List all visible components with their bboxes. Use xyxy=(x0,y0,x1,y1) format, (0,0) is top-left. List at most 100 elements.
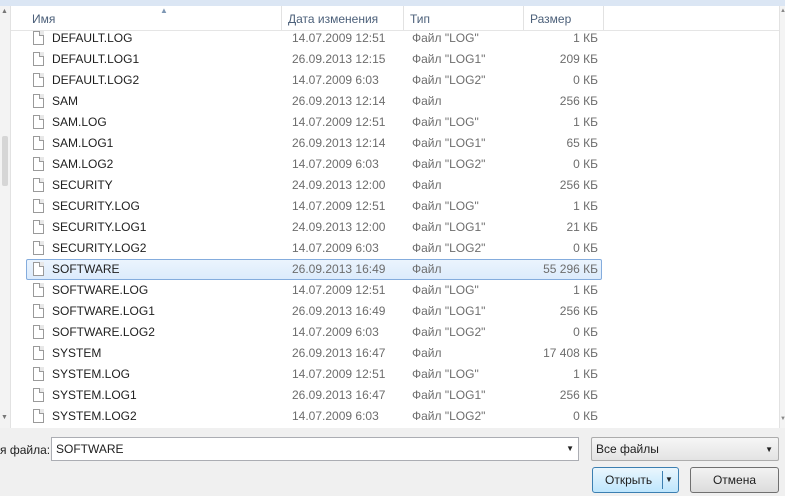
scroll-down-icon[interactable]: ▼ xyxy=(780,416,785,422)
file-date: 14.07.2009 6:03 xyxy=(292,325,379,339)
file-size: 256 КБ xyxy=(559,94,598,108)
file-row[interactable]: SOFTWARE.LOG1 26.09.2013 16:49 Файл "LOG1"… xyxy=(26,301,602,322)
file-name: SECURITY xyxy=(52,178,113,192)
file-icon xyxy=(33,325,44,339)
file-row[interactable]: DEFAULT.LOG 14.07.2009 12:51 Файл "LOG" 1 К… xyxy=(26,28,602,49)
file-type: Файл "LOG" xyxy=(412,367,479,381)
file-type: Файл "LOG2" xyxy=(412,73,486,87)
file-icon xyxy=(33,241,44,255)
file-name: SYSTEM xyxy=(52,346,102,360)
file-date: 26.09.2013 12:14 xyxy=(292,94,386,108)
file-type: Файл "LOG" xyxy=(412,283,479,297)
file-row[interactable]: SECURITY.LOG2 14.07.2009 6:03 Файл "LOG2" 0… xyxy=(26,238,602,259)
file-name: SAM.LOG2 xyxy=(52,157,114,171)
file-size: 256 КБ xyxy=(559,388,598,402)
file-size: 0 КБ xyxy=(573,73,598,87)
column-header-date[interactable]: Дата изменения xyxy=(282,6,404,30)
file-type: Файл "LOG1" xyxy=(412,388,486,402)
column-header-size-label: Размер xyxy=(530,12,572,26)
filename-combobox[interactable]: ▼ xyxy=(51,437,579,461)
file-icon xyxy=(33,52,44,66)
scroll-down-icon[interactable]: ▼ xyxy=(1,414,8,421)
file-row[interactable]: SOFTWARE.LOG2 14.07.2009 6:03 Файл "LOG2" 0… xyxy=(26,322,602,343)
file-type: Файл "LOG1" xyxy=(412,136,486,150)
file-icon xyxy=(33,262,44,276)
scrollbar-thumb[interactable] xyxy=(2,136,8,186)
chevron-down-icon[interactable]: ▼ xyxy=(566,444,574,453)
file-size: 0 КБ xyxy=(573,409,598,423)
file-row[interactable]: SYSTEM.LOG2 14.07.2009 6:03 Файл "LOG2" 0 К… xyxy=(26,406,602,427)
file-icon xyxy=(33,31,44,45)
file-row[interactable]: DEFAULT.LOG2 14.07.2009 6:03 Файл "LOG2" 0 … xyxy=(26,70,602,91)
file-date: 14.07.2009 6:03 xyxy=(292,73,379,87)
cancel-button[interactable]: Отмена xyxy=(690,467,779,493)
file-row[interactable]: SYSTEM 26.09.2013 16:47 Файл 17 408 КБ xyxy=(26,343,602,364)
file-row[interactable]: SECURITY.LOG 14.07.2009 12:51 Файл "LOG" 1 … xyxy=(26,196,602,217)
right-scrollbar[interactable]: ▲ ▼ xyxy=(779,6,785,428)
file-size: 0 КБ xyxy=(573,325,598,339)
file-row[interactable]: SECURITY 24.09.2013 12:00 Файл 256 КБ xyxy=(26,175,602,196)
file-list: DEFAULT.LOG 14.07.2009 12:51 Файл "LOG" 1 К… xyxy=(26,28,602,427)
file-row[interactable]: SAM 26.09.2013 12:14 Файл 256 КБ xyxy=(26,91,602,112)
file-row[interactable]: SOFTWARE 26.09.2013 16:49 Файл 55 296 КБ xyxy=(26,259,602,280)
file-size: 1 КБ xyxy=(573,199,598,213)
file-name: SYSTEM.LOG2 xyxy=(52,409,137,423)
file-date: 26.09.2013 12:15 xyxy=(292,52,386,66)
column-header-name-label: Имя xyxy=(32,12,56,26)
file-size: 1 КБ xyxy=(573,115,598,129)
column-header-name[interactable]: Имя xyxy=(26,6,282,30)
file-type-value: Все файлы xyxy=(596,442,659,456)
file-date: 14.07.2009 6:03 xyxy=(292,241,379,255)
file-size: 0 КБ xyxy=(573,241,598,255)
file-type: Файл "LOG1" xyxy=(412,220,486,234)
file-type-select[interactable]: Все файлы ▼ xyxy=(591,437,779,461)
file-icon xyxy=(33,199,44,213)
file-row[interactable]: SOFTWARE.LOG 14.07.2009 12:51 Файл "LOG" 1 … xyxy=(26,280,602,301)
filename-label: я файла: xyxy=(0,443,51,457)
file-row[interactable]: SAM.LOG1 26.09.2013 12:14 Файл "LOG1" 65 КБ xyxy=(26,133,602,154)
file-icon xyxy=(33,115,44,129)
file-size: 1 КБ xyxy=(573,367,598,381)
file-size: 65 КБ xyxy=(566,136,598,150)
left-scrollbar[interactable]: ▲ ▼ xyxy=(0,6,11,428)
file-date: 14.07.2009 12:51 xyxy=(292,115,386,129)
file-type: Файл xyxy=(412,94,442,108)
open-button-label: Открыть xyxy=(605,473,653,487)
file-icon xyxy=(33,367,44,381)
file-name: SAM.LOG xyxy=(52,115,107,129)
chevron-down-icon[interactable]: ▼ xyxy=(665,475,673,484)
column-header-type[interactable]: Тип xyxy=(404,6,524,30)
file-row[interactable]: SYSTEM.LOG 14.07.2009 12:51 Файл "LOG" 1 КБ xyxy=(26,364,602,385)
chevron-down-icon: ▼ xyxy=(765,445,773,454)
file-type: Файл xyxy=(412,178,442,192)
scroll-up-icon[interactable]: ▲ xyxy=(1,8,8,15)
column-header-size[interactable]: Размер xyxy=(524,6,604,30)
file-date: 26.09.2013 16:49 xyxy=(292,304,386,318)
file-name: SOFTWARE.LOG1 xyxy=(52,304,155,318)
file-icon xyxy=(33,73,44,87)
file-row[interactable]: SECURITY.LOG1 24.09.2013 12:00 Файл "LOG1"… xyxy=(26,217,602,238)
file-name: SECURITY.LOG2 xyxy=(52,241,147,255)
file-name: SOFTWARE.LOG xyxy=(52,283,149,297)
file-name: DEFAULT.LOG xyxy=(52,31,133,45)
file-size: 256 КБ xyxy=(559,304,598,318)
file-row[interactable]: SAM.LOG2 14.07.2009 6:03 Файл "LOG2" 0 КБ xyxy=(26,154,602,175)
filename-input[interactable] xyxy=(56,440,556,458)
file-date: 14.07.2009 12:51 xyxy=(292,283,386,297)
file-icon xyxy=(33,94,44,108)
file-name: SECURITY.LOG1 xyxy=(52,220,147,234)
file-row[interactable]: SAM.LOG 14.07.2009 12:51 Файл "LOG" 1 КБ xyxy=(26,112,602,133)
scroll-up-icon[interactable]: ▲ xyxy=(780,8,785,14)
file-row[interactable]: SYSTEM.LOG1 26.09.2013 16:47 Файл "LOG1" 25… xyxy=(26,385,602,406)
file-size: 209 КБ xyxy=(559,52,598,66)
split-divider xyxy=(662,471,663,489)
file-row[interactable]: DEFAULT.LOG1 26.09.2013 12:15 Файл "LOG1" 2… xyxy=(26,49,602,70)
open-button[interactable]: Открыть ▼ xyxy=(592,467,679,493)
file-date: 26.09.2013 16:49 xyxy=(292,262,386,276)
file-icon xyxy=(33,304,44,318)
file-date: 14.07.2009 12:51 xyxy=(292,31,386,45)
file-date: 14.07.2009 12:51 xyxy=(292,367,386,381)
file-type: Файл "LOG1" xyxy=(412,304,486,318)
file-name: SECURITY.LOG xyxy=(52,199,140,213)
file-size: 55 296 КБ xyxy=(543,262,598,276)
